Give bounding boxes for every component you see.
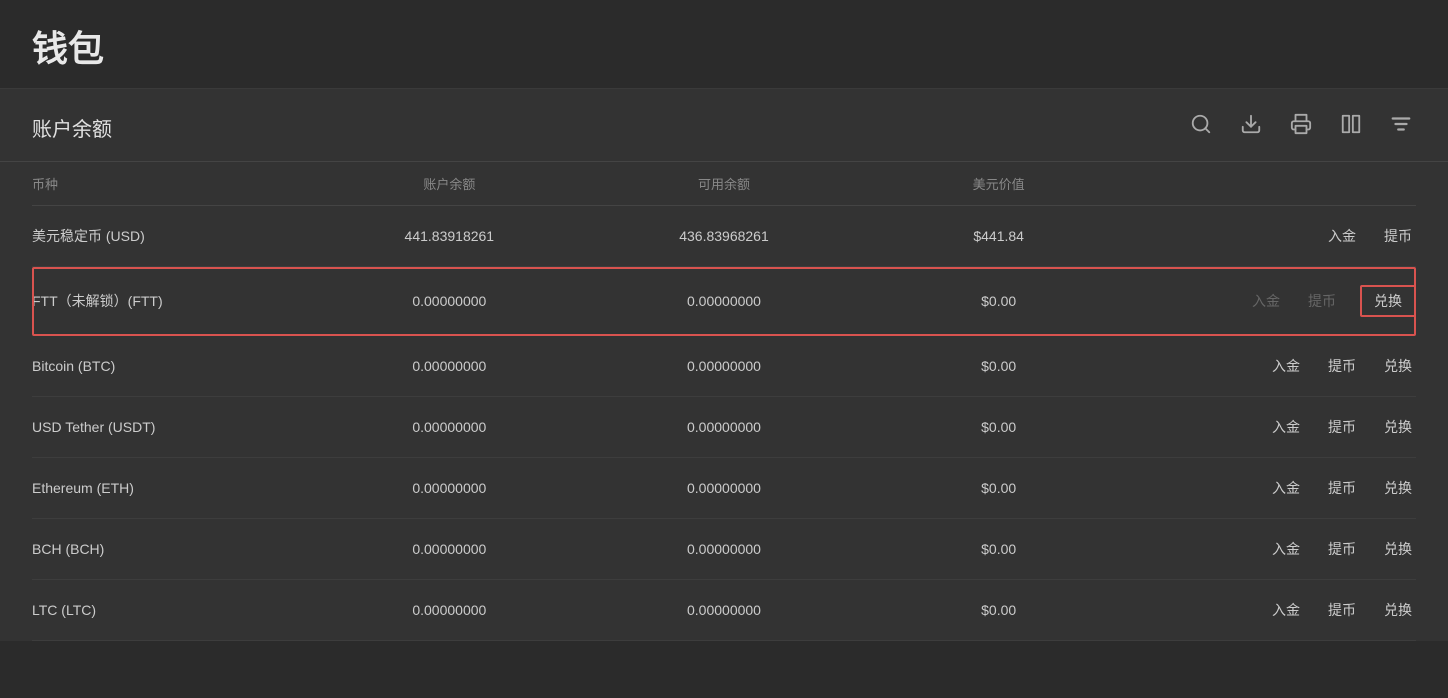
withdraw-button[interactable]: 提币 xyxy=(1324,598,1360,622)
currency-cell: USD Tether (USDT) xyxy=(32,419,312,435)
table-row: Ethereum (ETH) 0.00000000 0.00000000 $0.… xyxy=(32,458,1416,519)
available-cell: 0.00000000 xyxy=(587,293,862,309)
header-usd-value: 美元价值 xyxy=(861,174,1136,193)
usd-value-cell: $0.00 xyxy=(861,293,1136,309)
deposit-button[interactable]: 入金 xyxy=(1268,598,1304,622)
page-header: 钱包 xyxy=(0,0,1448,89)
actions-cell: 入金 提币 兑换 xyxy=(1136,415,1416,439)
table-row: FTT（未解锁）(FTT) 0.00000000 0.00000000 $0.0… xyxy=(32,267,1416,336)
currency-cell: Ethereum (ETH) xyxy=(32,480,312,496)
actions-cell: 入金 提币 兑换 xyxy=(1136,476,1416,500)
search-icon[interactable] xyxy=(1186,109,1216,145)
section-header: 账户余额 xyxy=(0,89,1448,162)
deposit-button[interactable]: 入金 xyxy=(1324,224,1360,248)
available-cell: 0.00000000 xyxy=(587,480,862,496)
download-icon[interactable] xyxy=(1236,109,1266,145)
usd-value-cell: $0.00 xyxy=(861,541,1136,557)
exchange-button[interactable]: 兑换 xyxy=(1380,476,1416,500)
actions-cell: 入金 提币 兑换 xyxy=(1136,598,1416,622)
available-cell: 0.00000000 xyxy=(587,541,862,557)
balance-cell: 0.00000000 xyxy=(312,358,587,374)
exchange-button[interactable]: 兑换 xyxy=(1380,598,1416,622)
usd-value-cell: $0.00 xyxy=(861,480,1136,496)
currency-cell: 美元稳定币 (USD) xyxy=(32,226,312,246)
currency-cell: LTC (LTC) xyxy=(32,602,312,618)
deposit-button[interactable]: 入金 xyxy=(1268,537,1304,561)
currency-cell: BCH (BCH) xyxy=(32,541,312,557)
toolbar-icons xyxy=(1186,109,1416,145)
table-row: 美元稳定币 (USD) 441.83918261 436.83968261 $4… xyxy=(32,206,1416,267)
usd-value-cell: $441.84 xyxy=(861,228,1136,244)
exchange-button[interactable]: 兑换 xyxy=(1360,285,1416,317)
page-title: 钱包 xyxy=(32,20,1416,72)
table-header-row: 币种 账户余额 可用余额 美元价值 xyxy=(32,162,1416,206)
currency-cell: FTT（未解锁）(FTT) xyxy=(32,291,312,311)
withdraw-button[interactable]: 提币 xyxy=(1324,354,1360,378)
actions-cell: 入金 提币 兑换 xyxy=(1136,285,1416,317)
deposit-button[interactable]: 入金 xyxy=(1268,415,1304,439)
withdraw-button: 提币 xyxy=(1304,289,1340,313)
deposit-button[interactable]: 入金 xyxy=(1268,354,1304,378)
usd-value-cell: $0.00 xyxy=(861,358,1136,374)
balance-cell: 441.83918261 xyxy=(312,228,587,244)
table-row: BCH (BCH) 0.00000000 0.00000000 $0.00 入金… xyxy=(32,519,1416,580)
main-content: 账户余额 xyxy=(0,89,1448,641)
filter-icon[interactable] xyxy=(1386,109,1416,145)
available-cell: 0.00000000 xyxy=(587,419,862,435)
balance-cell: 0.00000000 xyxy=(312,293,587,309)
table-row: Bitcoin (BTC) 0.00000000 0.00000000 $0.0… xyxy=(32,336,1416,397)
withdraw-button[interactable]: 提币 xyxy=(1324,415,1360,439)
section-title: 账户余额 xyxy=(32,113,112,142)
withdraw-button[interactable]: 提币 xyxy=(1324,476,1360,500)
exchange-button[interactable]: 兑换 xyxy=(1380,537,1416,561)
actions-cell: 入金 提币 兑换 xyxy=(1136,354,1416,378)
actions-cell: 入金 提币 xyxy=(1136,224,1416,248)
balance-cell: 0.00000000 xyxy=(312,541,587,557)
header-actions xyxy=(1136,174,1416,193)
balance-cell: 0.00000000 xyxy=(312,480,587,496)
table-row: USD Tether (USDT) 0.00000000 0.00000000 … xyxy=(32,397,1416,458)
header-balance: 账户余额 xyxy=(312,174,587,193)
available-cell: 0.00000000 xyxy=(587,358,862,374)
available-cell: 0.00000000 xyxy=(587,602,862,618)
print-icon[interactable] xyxy=(1286,109,1316,145)
withdraw-button[interactable]: 提币 xyxy=(1324,537,1360,561)
exchange-button[interactable]: 兑换 xyxy=(1380,415,1416,439)
table-body: 美元稳定币 (USD) 441.83918261 436.83968261 $4… xyxy=(32,206,1416,641)
deposit-button: 入金 xyxy=(1248,289,1284,313)
exchange-button[interactable]: 兑换 xyxy=(1380,354,1416,378)
header-available: 可用余额 xyxy=(587,174,862,193)
deposit-button[interactable]: 入金 xyxy=(1268,476,1304,500)
currency-cell: Bitcoin (BTC) xyxy=(32,358,312,374)
balance-cell: 0.00000000 xyxy=(312,419,587,435)
withdraw-button[interactable]: 提币 xyxy=(1380,224,1416,248)
available-cell: 436.83968261 xyxy=(587,228,862,244)
balance-cell: 0.00000000 xyxy=(312,602,587,618)
table-row: LTC (LTC) 0.00000000 0.00000000 $0.00 入金… xyxy=(32,580,1416,641)
balance-table: 币种 账户余额 可用余额 美元价值 美元稳定币 (USD) 441.839182… xyxy=(0,162,1448,641)
header-currency: 币种 xyxy=(32,174,312,193)
actions-cell: 入金 提币 兑换 xyxy=(1136,537,1416,561)
usd-value-cell: $0.00 xyxy=(861,602,1136,618)
columns-icon[interactable] xyxy=(1336,109,1366,145)
usd-value-cell: $0.00 xyxy=(861,419,1136,435)
